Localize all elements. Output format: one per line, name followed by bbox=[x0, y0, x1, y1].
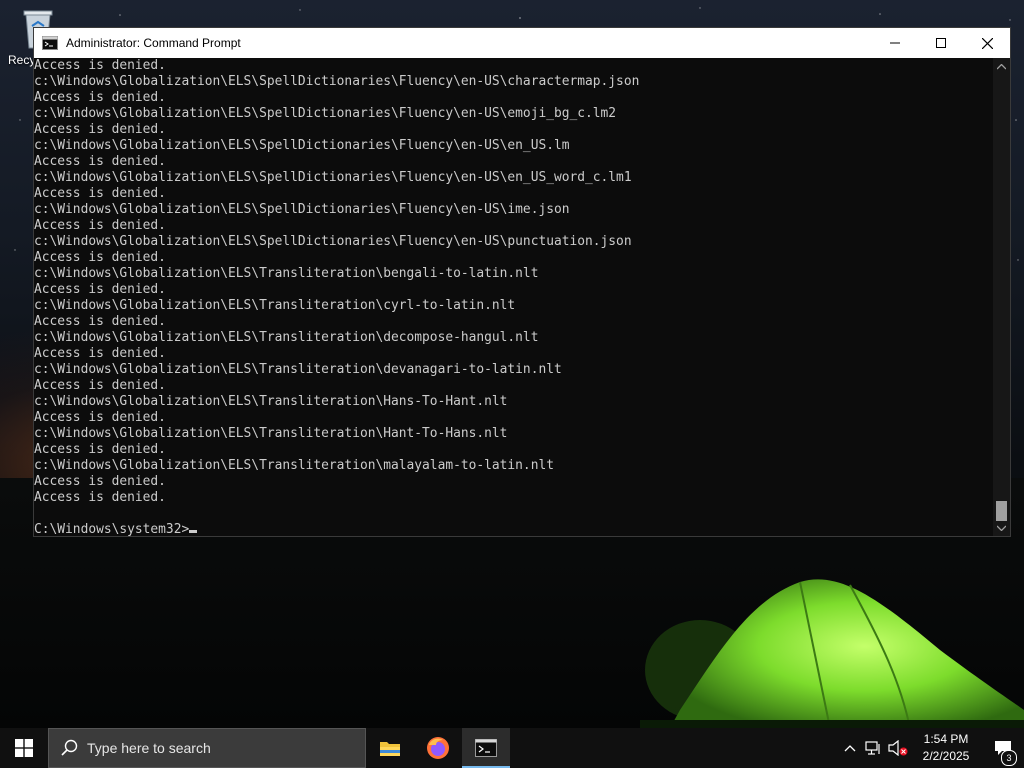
minimize-icon bbox=[890, 42, 900, 44]
console-line: Access is denied. bbox=[34, 314, 166, 329]
taskbar-command-prompt[interactable] bbox=[462, 728, 510, 768]
console-line: c:\Windows\Globalization\ELS\SpellDictio… bbox=[34, 170, 632, 185]
maximize-icon bbox=[936, 38, 946, 48]
console-line: Access is denied. bbox=[34, 474, 166, 489]
close-button[interactable] bbox=[964, 28, 1010, 58]
text-cursor bbox=[189, 530, 198, 533]
tent-illustration bbox=[640, 579, 1024, 728]
chevron-down-icon bbox=[997, 525, 1006, 531]
title-bar[interactable]: Administrator: Command Prompt bbox=[34, 28, 1010, 58]
start-button[interactable] bbox=[0, 728, 48, 768]
vertical-scrollbar[interactable] bbox=[993, 58, 1010, 536]
volume-muted-icon bbox=[888, 740, 908, 756]
cmd-icon bbox=[475, 739, 497, 757]
console-line: c:\Windows\Globalization\ELS\Translitera… bbox=[34, 394, 508, 409]
maximize-button[interactable] bbox=[918, 28, 964, 58]
command-prompt-window[interactable]: Administrator: Command Prompt Access is … bbox=[33, 27, 1011, 537]
console-line: c:\Windows\Globalization\ELS\Translitera… bbox=[34, 266, 539, 281]
clock-date: 2/2/2025 bbox=[922, 749, 970, 763]
console-line: Access is denied. bbox=[34, 346, 166, 361]
action-center-button[interactable]: 3 bbox=[982, 728, 1024, 768]
search-icon bbox=[61, 739, 78, 756]
console-line: Access is denied. bbox=[34, 282, 166, 297]
cmd-icon bbox=[42, 36, 58, 50]
show-hidden-icons-button[interactable] bbox=[838, 728, 862, 768]
console-line: Access is denied. bbox=[34, 250, 166, 265]
console-line: c:\Windows\Globalization\ELS\Translitera… bbox=[34, 330, 539, 345]
console-line: c:\Windows\Globalization\ELS\SpellDictio… bbox=[34, 202, 570, 217]
taskbar-file-explorer[interactable] bbox=[366, 728, 414, 768]
clock[interactable]: 1:54 PM 2/2/2025 bbox=[910, 728, 982, 768]
close-icon bbox=[981, 37, 993, 49]
console-line: c:\Windows\Globalization\ELS\Translitera… bbox=[34, 362, 562, 377]
console-line: c:\Windows\Globalization\ELS\Translitera… bbox=[34, 426, 508, 441]
console-line: c:\Windows\Globalization\ELS\Translitera… bbox=[34, 298, 516, 313]
windows-logo-icon bbox=[15, 739, 33, 757]
window-title: Administrator: Command Prompt bbox=[66, 36, 241, 50]
chevron-up-icon bbox=[844, 745, 856, 752]
network-icon bbox=[865, 741, 880, 755]
taskbar: Type here to search 1:54 PM 2/2/2025 3 bbox=[0, 728, 1024, 768]
scroll-up-button[interactable] bbox=[993, 58, 1010, 75]
chevron-up-icon bbox=[997, 63, 1006, 69]
taskbar-firefox[interactable] bbox=[414, 728, 462, 768]
console-line: Access is denied. bbox=[34, 154, 166, 169]
console-line: Access is denied. bbox=[34, 186, 166, 201]
volume-button[interactable] bbox=[886, 728, 910, 768]
console-line: c:\Windows\Globalization\ELS\SpellDictio… bbox=[34, 138, 570, 153]
notification-count: 3 bbox=[1001, 750, 1017, 766]
console-line: Access is denied. bbox=[34, 122, 166, 137]
search-box[interactable]: Type here to search bbox=[48, 728, 366, 768]
console-line: c:\Windows\Globalization\ELS\SpellDictio… bbox=[34, 74, 640, 89]
console-line: Access is denied. bbox=[34, 58, 166, 73]
console-prompt-line[interactable]: C:\Windows\system32> bbox=[34, 522, 993, 536]
console-line: c:\Windows\Globalization\ELS\SpellDictio… bbox=[34, 106, 617, 121]
console-line: c:\Windows\Globalization\ELS\Translitera… bbox=[34, 458, 554, 473]
console-line: Access is denied. bbox=[34, 410, 166, 425]
minimize-button[interactable] bbox=[872, 28, 918, 58]
file-explorer-icon bbox=[380, 742, 400, 756]
scroll-down-button[interactable] bbox=[993, 519, 1010, 536]
network-button[interactable] bbox=[862, 728, 886, 768]
console-line: Access is denied. bbox=[34, 490, 166, 505]
search-placeholder: Type here to search bbox=[87, 740, 211, 756]
firefox-icon bbox=[427, 737, 449, 759]
console-line: Access is denied. bbox=[34, 378, 166, 393]
system-tray: 1:54 PM 2/2/2025 3 bbox=[838, 728, 1024, 768]
console-prompt: C:\Windows\system32> bbox=[34, 522, 190, 536]
console-line: Access is denied. bbox=[34, 442, 166, 457]
console-line: Access is denied. bbox=[34, 218, 166, 233]
clock-time: 1:54 PM bbox=[923, 732, 969, 746]
console-line: c:\Windows\Globalization\ELS\SpellDictio… bbox=[34, 234, 632, 249]
scrollbar-thumb[interactable] bbox=[996, 501, 1007, 521]
console-line: Access is denied. bbox=[34, 90, 166, 105]
console-output[interactable]: Access is denied. c:\Windows\Globalizatio… bbox=[34, 58, 993, 536]
